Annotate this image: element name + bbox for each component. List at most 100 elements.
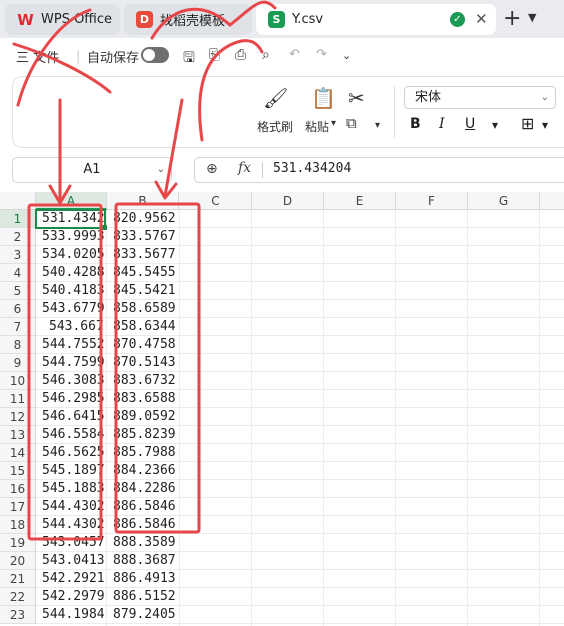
cell-b[interactable]: 886.4913 — [113, 570, 176, 588]
copy-dropdown-icon[interactable]: ▾ — [375, 120, 380, 131]
more-chevron-icon[interactable]: ⌄ — [342, 49, 351, 62]
cell-b[interactable]: 884.2286 — [113, 480, 176, 498]
cell-b[interactable]: 833.5767 — [113, 228, 176, 246]
formula-value[interactable]: 531.434204 — [273, 161, 351, 176]
cell-a[interactable]: 543.6779 — [42, 300, 105, 318]
cell-b[interactable]: 858.6589 — [113, 300, 176, 318]
cell-a[interactable]: 546.5625 — [42, 444, 105, 462]
cell-b[interactable]: 888.3687 — [113, 552, 176, 570]
row-header[interactable]: 21 — [0, 570, 36, 588]
cell-a[interactable]: 544.7552 — [42, 336, 105, 354]
cell-a[interactable]: 544.4302 — [42, 498, 105, 516]
row-header[interactable]: 7 — [0, 318, 36, 336]
copy-icon[interactable]: ⧉ — [346, 114, 357, 132]
cell-b[interactable]: 885.8239 — [113, 426, 176, 444]
row-header[interactable]: 9 — [0, 354, 36, 372]
cell-a[interactable]: 546.3083 — [42, 372, 105, 390]
cell-b[interactable]: 833.5677 — [113, 246, 176, 264]
chevron-down-icon[interactable]: ▼ — [528, 11, 536, 24]
print-icon[interactable]: ⎙ — [235, 47, 246, 63]
cell-a[interactable]: 542.2979 — [42, 588, 105, 606]
row-header[interactable]: 3 — [0, 246, 36, 264]
column-header-a[interactable]: A — [36, 192, 107, 210]
row-header[interactable]: 12 — [0, 408, 36, 426]
row-header[interactable]: 2 — [0, 228, 36, 246]
cell-b[interactable]: 886.5152 — [113, 588, 176, 606]
add-tab-icon[interactable]: + — [503, 6, 521, 31]
row-header[interactable]: 6 — [0, 300, 36, 318]
tab-wps-office[interactable]: W WPS Office — [5, 4, 120, 35]
cell-a[interactable]: 533.9993 — [42, 228, 105, 246]
cell-b[interactable]: 883.6588 — [113, 390, 176, 408]
cell-b[interactable]: 884.2366 — [113, 462, 176, 480]
paste-label[interactable]: 粘贴 — [305, 118, 329, 135]
cell-b[interactable]: 888.3589 — [113, 534, 176, 552]
cell-b[interactable]: 870.4758 — [113, 336, 176, 354]
row-header[interactable]: 20 — [0, 552, 36, 570]
fx-icon[interactable]: fx — [238, 160, 251, 176]
cell-b[interactable]: 885.7988 — [113, 444, 176, 462]
row-header[interactable]: 1 — [0, 210, 36, 228]
borders-icon[interactable]: ⊞ — [521, 114, 534, 133]
select-all-corner[interactable] — [0, 192, 36, 210]
cell-b[interactable]: 845.5421 — [113, 282, 176, 300]
cell-a[interactable]: 540.4183 — [42, 282, 105, 300]
cell-b[interactable]: 879.2405 — [113, 606, 176, 624]
cell-a[interactable]: 542.2921 — [42, 570, 105, 588]
bold-button[interactable]: B — [410, 116, 421, 132]
cell-b[interactable]: 820.9562 — [113, 210, 176, 228]
row-header[interactable]: 10 — [0, 372, 36, 390]
row-header[interactable]: 8 — [0, 336, 36, 354]
name-box[interactable]: A1 ⌄ — [12, 157, 172, 183]
cell-a[interactable]: 546.6415 — [42, 408, 105, 426]
file-menu[interactable]: 三 文件 — [16, 47, 59, 66]
row-header[interactable]: 19 — [0, 534, 36, 552]
cell-b[interactable]: 889.0592 — [113, 408, 176, 426]
row-header[interactable]: 16 — [0, 480, 36, 498]
underline-button[interactable]: U — [465, 116, 475, 132]
borders-dropdown-icon[interactable]: ▾ — [542, 118, 548, 132]
paste-icon[interactable]: 📋 — [311, 86, 336, 110]
autosave-toggle[interactable] — [141, 47, 169, 63]
print-preview-icon[interactable]: ⌕ — [262, 47, 270, 63]
row-header[interactable]: 14 — [0, 444, 36, 462]
cell-a[interactable]: 543.0457 — [42, 534, 105, 552]
row-header[interactable]: 4 — [0, 264, 36, 282]
undo-icon[interactable]: ↶ — [289, 47, 300, 62]
cell-b[interactable]: 886.5846 — [113, 498, 176, 516]
column-header-f[interactable]: F — [396, 192, 468, 210]
cell-b[interactable]: 858.6344 — [113, 318, 176, 336]
tab-template[interactable]: D 找稻壳模板 — [124, 4, 252, 35]
row-header[interactable]: 22 — [0, 588, 36, 606]
italic-button[interactable]: I — [439, 116, 445, 132]
cell-a[interactable]: 544.1984 — [42, 606, 105, 624]
cell-b[interactable]: 870.5143 — [113, 354, 176, 372]
cut-icon[interactable]: ✂ — [348, 86, 365, 110]
export-pdf-icon[interactable]: ⎘ — [209, 47, 220, 63]
row-header[interactable]: 5 — [0, 282, 36, 300]
cell-b[interactable]: 883.6732 — [113, 372, 176, 390]
column-header-e[interactable]: E — [324, 192, 396, 210]
redo-icon[interactable]: ↷ — [316, 47, 327, 62]
cell-a[interactable]: 546.2985 — [42, 390, 105, 408]
cell-a[interactable]: 544.4302 — [42, 516, 105, 534]
underline-dropdown-icon[interactable]: ▾ — [492, 118, 498, 132]
row-header[interactable]: 17 — [0, 498, 36, 516]
cell-a[interactable]: 546.5584 — [42, 426, 105, 444]
font-name-select[interactable]: 宋体 ⌄ — [404, 86, 556, 109]
row-header[interactable]: 11 — [0, 390, 36, 408]
cell-b[interactable]: 845.5455 — [113, 264, 176, 282]
spreadsheet-grid[interactable]: ABCDEFG 1 2 3 4 5 6 7 8 9 10 11 12 13 14 15 16 17 18 19 20 2… — [0, 192, 564, 626]
row-header[interactable]: 15 — [0, 462, 36, 480]
cell-a[interactable]: 540.4288 — [42, 264, 105, 282]
cell-a[interactable]: 543.667 — [49, 318, 104, 336]
close-icon[interactable]: ✕ — [475, 10, 488, 28]
row-header[interactable]: 13 — [0, 426, 36, 444]
cell-a[interactable]: 534.0205 — [42, 246, 105, 264]
column-header-c[interactable]: C — [180, 192, 252, 210]
tab-file[interactable]: S Y.csv ✓ ✕ — [256, 4, 496, 35]
column-header-d[interactable]: D — [252, 192, 324, 210]
cell-b[interactable]: 886.5846 — [113, 516, 176, 534]
cell-a[interactable]: 545.1883 — [42, 480, 105, 498]
row-header[interactable]: 23 — [0, 606, 36, 624]
